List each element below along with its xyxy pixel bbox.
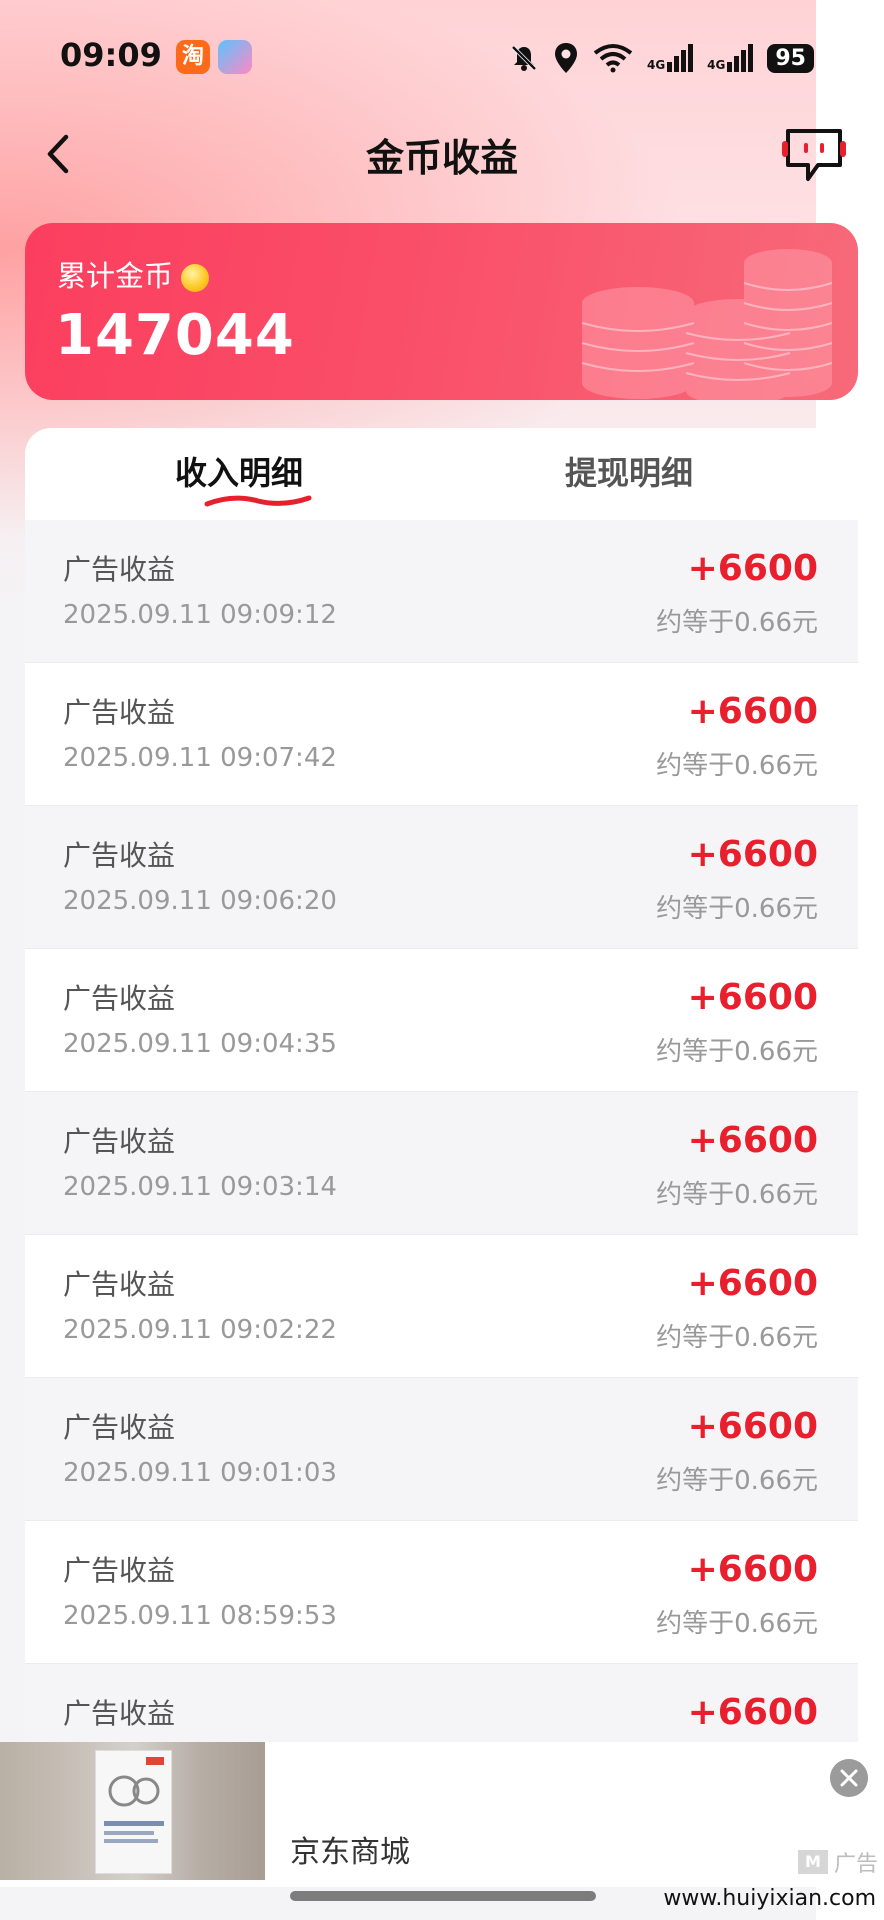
bell-muted-icon <box>511 45 537 71</box>
tab-withdraw-detail[interactable]: 提现明细 <box>565 448 693 494</box>
ad-logo-icon: M <box>798 1850 828 1874</box>
record-title: 广告收益 <box>63 1411 176 1444</box>
record-time: 2025.09.11 09:07:42 <box>63 743 337 773</box>
record-row[interactable]: 广告收益 2025.09.11 09:03:14 +6600 约等于0.66元 <box>25 1092 858 1235</box>
detail-tabs: 收入明细 提现明细 <box>25 428 858 520</box>
record-row[interactable]: 广告收益 2025.09.11 09:02:22 +6600 约等于0.66元 <box>25 1235 858 1378</box>
total-coins-value: 147044 <box>55 303 295 368</box>
signal-1-label: 4G <box>646 58 666 72</box>
record-approx-value: 约等于0.66元 <box>656 751 818 781</box>
customer-service-button[interactable] <box>780 125 848 187</box>
record-row[interactable]: 广告收益 2025.09.11 09:06:20 +6600 约等于0.66元 <box>25 806 858 949</box>
game-app-icon <box>218 40 252 74</box>
home-indicator[interactable] <box>290 1891 596 1901</box>
record-amount: +6600 <box>687 1406 818 1447</box>
ad-advertiser-name[interactable]: 京东商城 <box>290 1827 410 1871</box>
active-tab-underline <box>204 495 312 507</box>
signal-2-label: 4G <box>707 58 726 72</box>
record-row[interactable]: 广告收益 2025.09.11 09:04:35 +6600 约等于0.66元 <box>25 949 858 1092</box>
battery-indicator: 95 <box>767 43 814 73</box>
ad-marker-label: 广告 <box>834 1852 879 1877</box>
coin-summary-card: 累计金币 147044 <box>25 223 858 400</box>
record-amount: +6600 <box>687 548 818 589</box>
nav-bar: 金币收益 <box>0 115 884 195</box>
record-time: 2025.09.11 08:59:53 <box>63 1601 337 1631</box>
record-approx-value: 约等于0.66元 <box>656 1180 818 1210</box>
record-title: 广告收益 <box>63 1554 176 1587</box>
record-approx-value: 约等于0.66元 <box>656 608 818 638</box>
wifi-icon <box>593 44 633 73</box>
record-title: 广告收益 <box>63 982 176 1015</box>
product-gauge-icon <box>104 1757 164 1843</box>
record-title: 广告收益 <box>63 553 176 586</box>
record-row[interactable]: 广告收益 2025.09.11 09:09:12 +6600 约等于0.66元 <box>25 520 858 663</box>
ad-marker: M 广告 <box>798 1847 882 1877</box>
record-amount: +6600 <box>687 1692 818 1733</box>
record-approx-value: 约等于0.66元 <box>656 894 818 924</box>
record-row[interactable]: 广告收益 2025.09.11 09:07:42 +6600 约等于0.66元 <box>25 663 858 806</box>
coin-stack-illustration <box>581 249 833 400</box>
record-time: 2025.09.11 09:09:12 <box>63 600 337 630</box>
record-approx-value: 约等于0.66元 <box>656 1323 818 1353</box>
ad-close-button[interactable] <box>830 1759 868 1797</box>
status-time: 09:09 <box>60 36 162 74</box>
record-amount: +6600 <box>687 1263 818 1304</box>
record-amount: +6600 <box>687 691 818 732</box>
gold-coin-icon <box>181 264 210 292</box>
record-title: 广告收益 <box>63 696 176 729</box>
record-title: 广告收益 <box>63 839 176 872</box>
record-time: 2025.09.11 09:01:03 <box>63 1458 337 1488</box>
record-amount: +6600 <box>687 1120 818 1161</box>
record-row[interactable]: 广告收益 2025.09.11 08:59:53 +6600 约等于0.66元 <box>25 1521 858 1664</box>
record-approx-value: 约等于0.66元 <box>656 1037 818 1067</box>
record-time: 2025.09.11 09:03:14 <box>63 1172 337 1202</box>
record-title: 广告收益 <box>63 1697 176 1730</box>
record-time: 2025.09.11 09:02:22 <box>63 1315 337 1345</box>
record-approx-value: 约等于0.66元 <box>656 1609 818 1639</box>
record-title: 广告收益 <box>63 1125 176 1158</box>
total-coins-label: 累计金币 <box>57 259 174 293</box>
ad-product-image <box>95 1750 172 1874</box>
site-watermark: www.huiyixian.com <box>663 1886 876 1911</box>
status-icons: 4G 4G 95 <box>509 38 814 78</box>
page-title: 金币收益 <box>365 136 518 180</box>
record-approx-value: 约等于0.66元 <box>656 1466 818 1496</box>
ad-banner[interactable]: 京东商城 M 广告 <box>0 1742 884 1887</box>
total-coins-label-row: 累计金币 <box>57 253 210 295</box>
record-title: 广告收益 <box>63 1268 176 1301</box>
record-time: 2025.09.11 09:04:35 <box>63 1029 337 1059</box>
record-time: 2025.09.11 09:06:20 <box>63 886 337 916</box>
record-amount: +6600 <box>687 977 818 1018</box>
location-icon <box>554 43 577 73</box>
record-amount: +6600 <box>687 1549 818 1590</box>
status-bar: 09:09 淘 4G 4G 95 <box>0 0 884 115</box>
cell-signal-2-icon: 4G <box>707 44 754 72</box>
income-record-list: 广告收益 2025.09.11 09:09:12 +6600 约等于0.66元 … <box>25 520 858 1807</box>
record-row[interactable]: 广告收益 2025.09.11 09:01:03 +6600 约等于0.66元 <box>25 1378 858 1521</box>
taobao-app-icon: 淘 <box>176 40 210 74</box>
record-amount: +6600 <box>687 834 818 875</box>
ad-thumbnail[interactable] <box>0 1742 265 1880</box>
cell-signal-1-icon: 4G <box>646 44 694 72</box>
tab-income-detail[interactable]: 收入明细 <box>175 448 303 494</box>
